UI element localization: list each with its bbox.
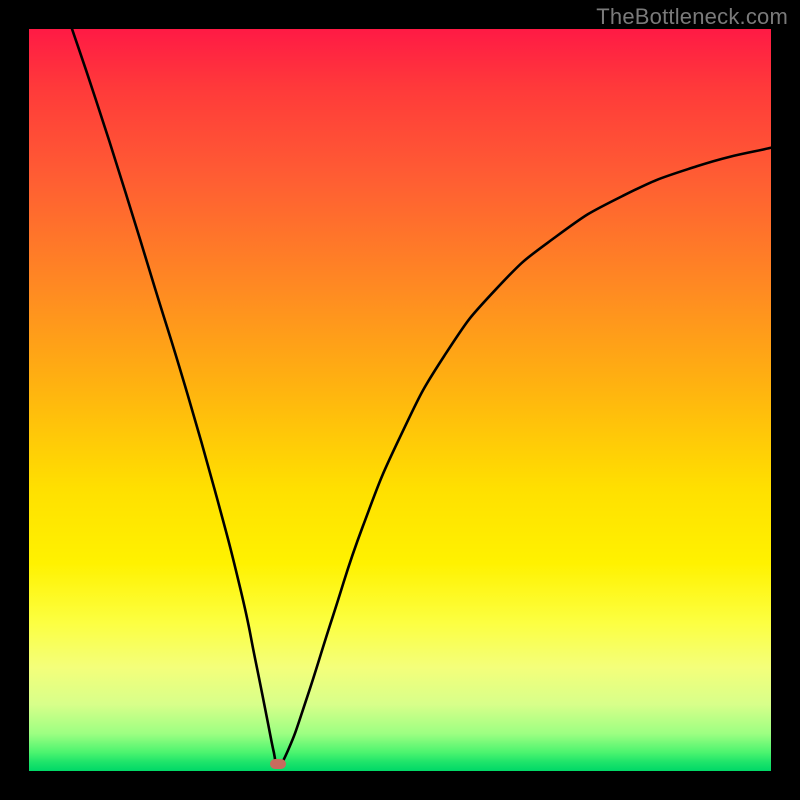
plot-area [29, 29, 771, 771]
minimum-marker [270, 759, 286, 769]
watermark-text: TheBottleneck.com [596, 4, 788, 30]
chart-frame: TheBottleneck.com [0, 0, 800, 800]
bottleneck-curve [29, 29, 771, 771]
